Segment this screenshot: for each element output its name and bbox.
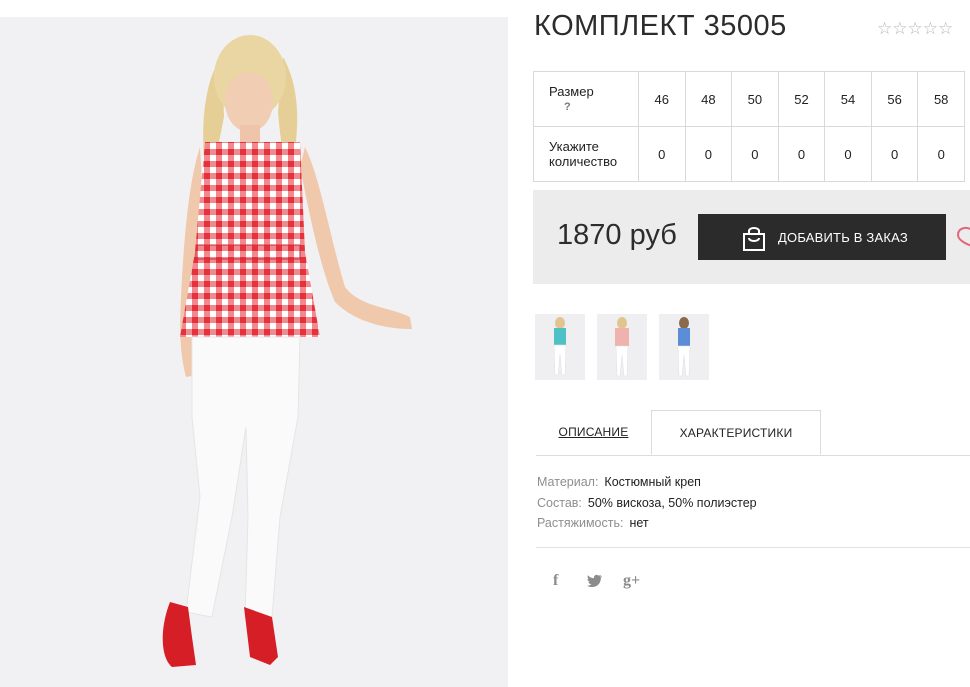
size-cell: 54: [824, 71, 872, 127]
price: 1870 руб: [557, 219, 677, 251]
size-cell: 48: [684, 71, 733, 127]
add-to-order-label: ДОБАВИТЬ В ЗАКАЗ: [778, 229, 908, 245]
size-help-icon[interactable]: ?: [549, 100, 638, 115]
quantity-input[interactable]: 0: [917, 126, 965, 182]
thumbnail-variant-blue[interactable]: [659, 314, 709, 380]
quantity-label-line2: количество: [549, 154, 618, 169]
heart-icon[interactable]: [956, 224, 970, 248]
product-title: КОМПЛЕКТ 35005: [534, 10, 787, 42]
shopping-bag-icon: [743, 227, 765, 251]
quantity-input[interactable]: 0: [777, 126, 826, 182]
quantity-input[interactable]: 0: [824, 126, 872, 182]
quantity-row: Укажите количество 0 0 0 0 0 0 0: [533, 126, 965, 182]
characteristic-key: Состав:: [537, 495, 582, 510]
star-icon[interactable]: ☆: [892, 19, 907, 38]
size-cell: 58: [917, 71, 965, 127]
characteristic-key: Материал:: [537, 475, 599, 489]
variant-turquoise-image: [553, 317, 567, 376]
star-icon[interactable]: ☆: [923, 19, 938, 38]
characteristic-key: Растяжимость:: [537, 516, 624, 530]
star-icon[interactable]: ☆: [877, 19, 892, 38]
tab-characteristics[interactable]: ХАРАКТЕРИСТИКИ: [651, 410, 821, 455]
characteristics-list: Материал: Костюмный креп Состав: 50% виско…: [537, 472, 757, 534]
quantity-input[interactable]: 0: [731, 126, 779, 182]
divider: [536, 547, 970, 548]
characteristic-row: Материал: Костюмный креп: [537, 472, 757, 493]
characteristic-row: Состав: 50% вискоза, 50% полиэстер: [537, 493, 757, 514]
twitter-icon[interactable]: [587, 574, 603, 588]
quantity-input[interactable]: 0: [638, 126, 686, 182]
tab-description[interactable]: ОПИСАНИЕ: [536, 410, 651, 455]
model-illustration: [162, 35, 412, 667]
variant-blue-image: [677, 317, 691, 377]
star-icon[interactable]: ☆: [908, 19, 923, 38]
thumbnail-variant-pink[interactable]: [597, 314, 647, 380]
variant-pink-image: [615, 317, 629, 377]
size-label-cell: Размер ?: [533, 71, 639, 127]
size-cell: 52: [777, 71, 826, 127]
rating-stars[interactable]: ☆☆☆☆☆: [877, 19, 953, 39]
size-cell: 56: [870, 71, 919, 127]
quantity-input[interactable]: 0: [684, 126, 733, 182]
product-main-photo[interactable]: [0, 17, 508, 687]
google-plus-icon[interactable]: g+: [623, 572, 640, 590]
characteristic-value: 50% вискоза, 50% полиэстер: [587, 495, 757, 510]
size-label: Размер: [549, 83, 594, 99]
characteristic-row: Растяжимость: нет: [537, 513, 757, 534]
add-to-order-button[interactable]: ДОБАВИТЬ В ЗАКАЗ: [698, 214, 946, 260]
quantity-label-cell: Укажите количество: [533, 126, 639, 182]
product-tabs: ОПИСАНИЕ ХАРАКТЕРИСТИКИ: [536, 410, 970, 456]
size-cell: 50: [731, 71, 779, 127]
characteristic-value: Костюмный креп: [604, 475, 701, 489]
buy-panel: 1870 руб ДОБАВИТЬ В ЗАКАЗ: [533, 190, 970, 284]
quantity-input[interactable]: 0: [870, 126, 919, 182]
size-cell: 46: [638, 71, 686, 127]
quantity-label-line1: Укажите: [549, 139, 599, 154]
thumbnail-variant-turquoise[interactable]: [535, 314, 585, 380]
size-quantity-table: Размер ? 46 48 50 52 54 56 58 Укажите ко…: [533, 71, 965, 182]
star-icon[interactable]: ☆: [938, 19, 953, 38]
size-row: Размер ? 46 48 50 52 54 56 58: [533, 71, 965, 127]
facebook-icon[interactable]: f: [553, 572, 558, 590]
characteristic-value: нет: [629, 516, 649, 530]
